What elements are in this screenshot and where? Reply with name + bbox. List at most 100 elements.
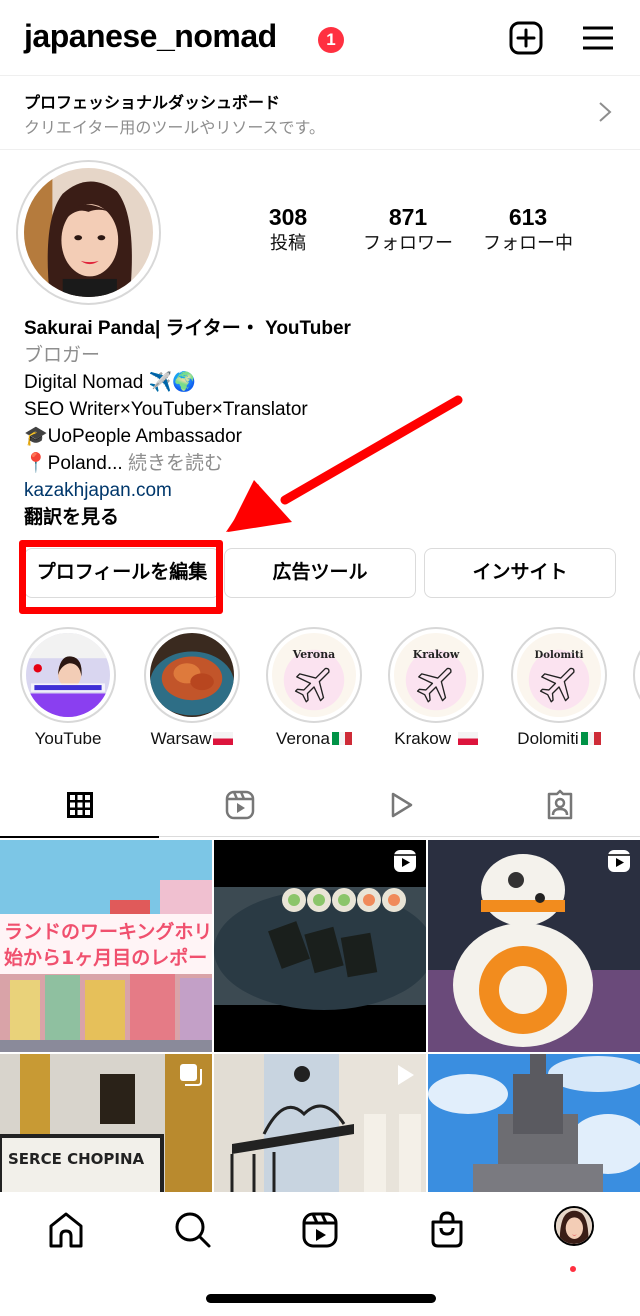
highlight-label-row: Krakow xyxy=(388,729,484,749)
highlight-krakow[interactable]: Krakow Krakow xyxy=(388,627,484,749)
post-thumbnail: ランドのワーキングホリ 始から1ヶ月目のレポー xyxy=(0,840,212,1052)
dashboard-subtitle: クリエイター用のツールやリソースです。 xyxy=(24,120,325,137)
highlight-label: Warsaw xyxy=(150,729,212,748)
posts-grid: ランドのワーキングホリ 始から1ヶ月目のレポー SERCE CHOPINA xyxy=(0,840,640,1192)
profile-tabs xyxy=(0,775,640,838)
posts-label: 投稿 xyxy=(270,233,306,253)
post-sign-text: SERCE CHOPINA xyxy=(8,1150,145,1168)
search-icon xyxy=(175,1212,211,1248)
dashboard-title: プロフェッショナルダッシュボード xyxy=(24,95,281,112)
highlight-warsaw[interactable]: Warsaw xyxy=(144,627,240,749)
nav-profile[interactable] xyxy=(554,1206,594,1252)
followers-label: フォロワー xyxy=(363,233,453,253)
tab-reels[interactable] xyxy=(160,775,320,837)
home-icon xyxy=(49,1212,83,1248)
highlight-label-row: Verona xyxy=(266,729,362,749)
username-title[interactable]: japanese_nomad xyxy=(24,18,277,55)
tagged-icon xyxy=(547,789,573,820)
active-tab-indicator xyxy=(0,836,159,838)
highlight-dolomiti[interactable]: Dolomiti Dolomiti xyxy=(511,627,607,749)
reel-badge-icon xyxy=(608,850,630,872)
grid-post[interactable] xyxy=(428,1054,640,1192)
post-overlay-text: ランドのワーキングホリ xyxy=(4,920,212,943)
cover-title: Verona xyxy=(292,648,335,661)
highlight-verona[interactable]: Verona Verona xyxy=(266,627,362,749)
play-icon xyxy=(391,792,413,818)
post-thumbnail xyxy=(428,1054,640,1192)
add-post-icon[interactable] xyxy=(508,20,544,56)
grid-post[interactable]: ランドのワーキングホリ 始から1ヶ月目のレポー xyxy=(0,840,212,1052)
home-indicator[interactable] xyxy=(206,1294,436,1303)
tab-grid[interactable] xyxy=(0,775,160,838)
menu-icon[interactable] xyxy=(580,20,616,56)
insights-button[interactable]: インサイト xyxy=(424,548,616,598)
highlight-cover: Dolomiti xyxy=(511,627,607,723)
cover-title: Krakow xyxy=(413,648,460,661)
bio-line-location: 📍Poland... 続きを読む xyxy=(24,450,624,477)
avatar-photo xyxy=(24,168,153,297)
followers-stat[interactable]: 871 フォロワー xyxy=(348,203,468,255)
highlight-cover xyxy=(144,627,240,723)
following-label: フォロー中 xyxy=(483,233,573,253)
highlight-youtube[interactable]: YouTube xyxy=(20,627,116,749)
following-stat[interactable]: 613 フォロー中 xyxy=(468,203,588,255)
highlight-label: YouTube xyxy=(34,729,102,748)
highlight-label-row: Dolomiti xyxy=(511,729,607,749)
read-more-link[interactable]: 続きを読む xyxy=(128,453,223,474)
ad-tools-button[interactable]: 広告ツール xyxy=(224,548,416,598)
bio-line: 📍Poland... xyxy=(24,453,123,474)
reels-icon xyxy=(225,790,255,820)
display-name: Sakurai Panda| ライター・ YouTuber xyxy=(24,318,351,339)
video-badge-icon xyxy=(398,1065,414,1085)
top-bar: japanese_nomad 1 xyxy=(0,0,640,76)
highlight-label-row: Warsaw xyxy=(144,729,240,749)
highlight-cover: Verona xyxy=(266,627,362,723)
highlight-label: Krakow xyxy=(394,729,456,748)
posts-count: 308 xyxy=(268,204,308,230)
bio-line: 🎓UoPeople Ambassador xyxy=(24,426,242,447)
grid-post[interactable]: SERCE CHOPINA xyxy=(0,1054,212,1192)
italy-flag-icon xyxy=(331,732,352,745)
highlight-partial[interactable] xyxy=(633,627,640,723)
see-translation-link[interactable]: 翻訳を見る xyxy=(24,504,624,531)
notification-badge[interactable]: 1 xyxy=(318,27,344,53)
highlight-label: Dolomiti xyxy=(517,729,579,748)
posts-stat[interactable]: 308 投稿 xyxy=(228,203,348,255)
bio-line: Digital Nomad ✈️🌍 xyxy=(24,372,196,393)
chevron-right-icon xyxy=(599,102,612,122)
grid-post[interactable] xyxy=(214,840,426,1052)
profile-avatar-small xyxy=(554,1206,594,1246)
grid-post[interactable] xyxy=(428,840,640,1052)
reel-badge-icon xyxy=(394,850,416,872)
bio-line: SEO Writer×YouTuber×Translator xyxy=(24,399,308,420)
post-overlay-text: 始から1ヶ月目のレポー xyxy=(4,946,207,969)
profile-notification-dot xyxy=(570,1266,576,1272)
carousel-badge-icon xyxy=(180,1064,202,1086)
poland-flag-icon xyxy=(457,732,478,745)
category-label: ブロガー xyxy=(24,345,101,366)
following-count: 613 xyxy=(508,204,548,230)
shopping-bag-icon xyxy=(431,1211,463,1248)
grid-post[interactable] xyxy=(214,1054,426,1192)
tab-tagged[interactable] xyxy=(480,775,640,837)
reels-icon xyxy=(302,1212,338,1248)
nav-reels[interactable] xyxy=(300,1210,340,1250)
tab-videos[interactable] xyxy=(320,775,480,837)
profile-avatar[interactable] xyxy=(16,160,161,305)
nav-home[interactable] xyxy=(46,1210,86,1250)
cover-title: Dolomiti xyxy=(535,649,584,661)
professional-dashboard[interactable]: プロフェッショナルダッシュボード クリエイター用のツールやリソースです。 xyxy=(0,75,640,150)
highlight-cover: Krakow xyxy=(388,627,484,723)
nav-shop[interactable] xyxy=(427,1210,467,1250)
annotation-highlight-box xyxy=(19,540,223,614)
grid-icon xyxy=(67,792,93,818)
website-link[interactable]: kazakhjapan.com xyxy=(24,477,624,504)
nav-search[interactable] xyxy=(173,1210,213,1250)
poland-flag-icon xyxy=(213,732,234,745)
highlight-cover xyxy=(633,627,640,723)
highlight-label: Verona xyxy=(276,729,330,748)
profile-bio: Sakurai Panda| ライター・ YouTuber ブロガー Digit… xyxy=(24,315,624,531)
followers-count: 871 xyxy=(388,204,428,230)
highlight-cover xyxy=(20,627,116,723)
italy-flag-icon xyxy=(580,732,601,745)
